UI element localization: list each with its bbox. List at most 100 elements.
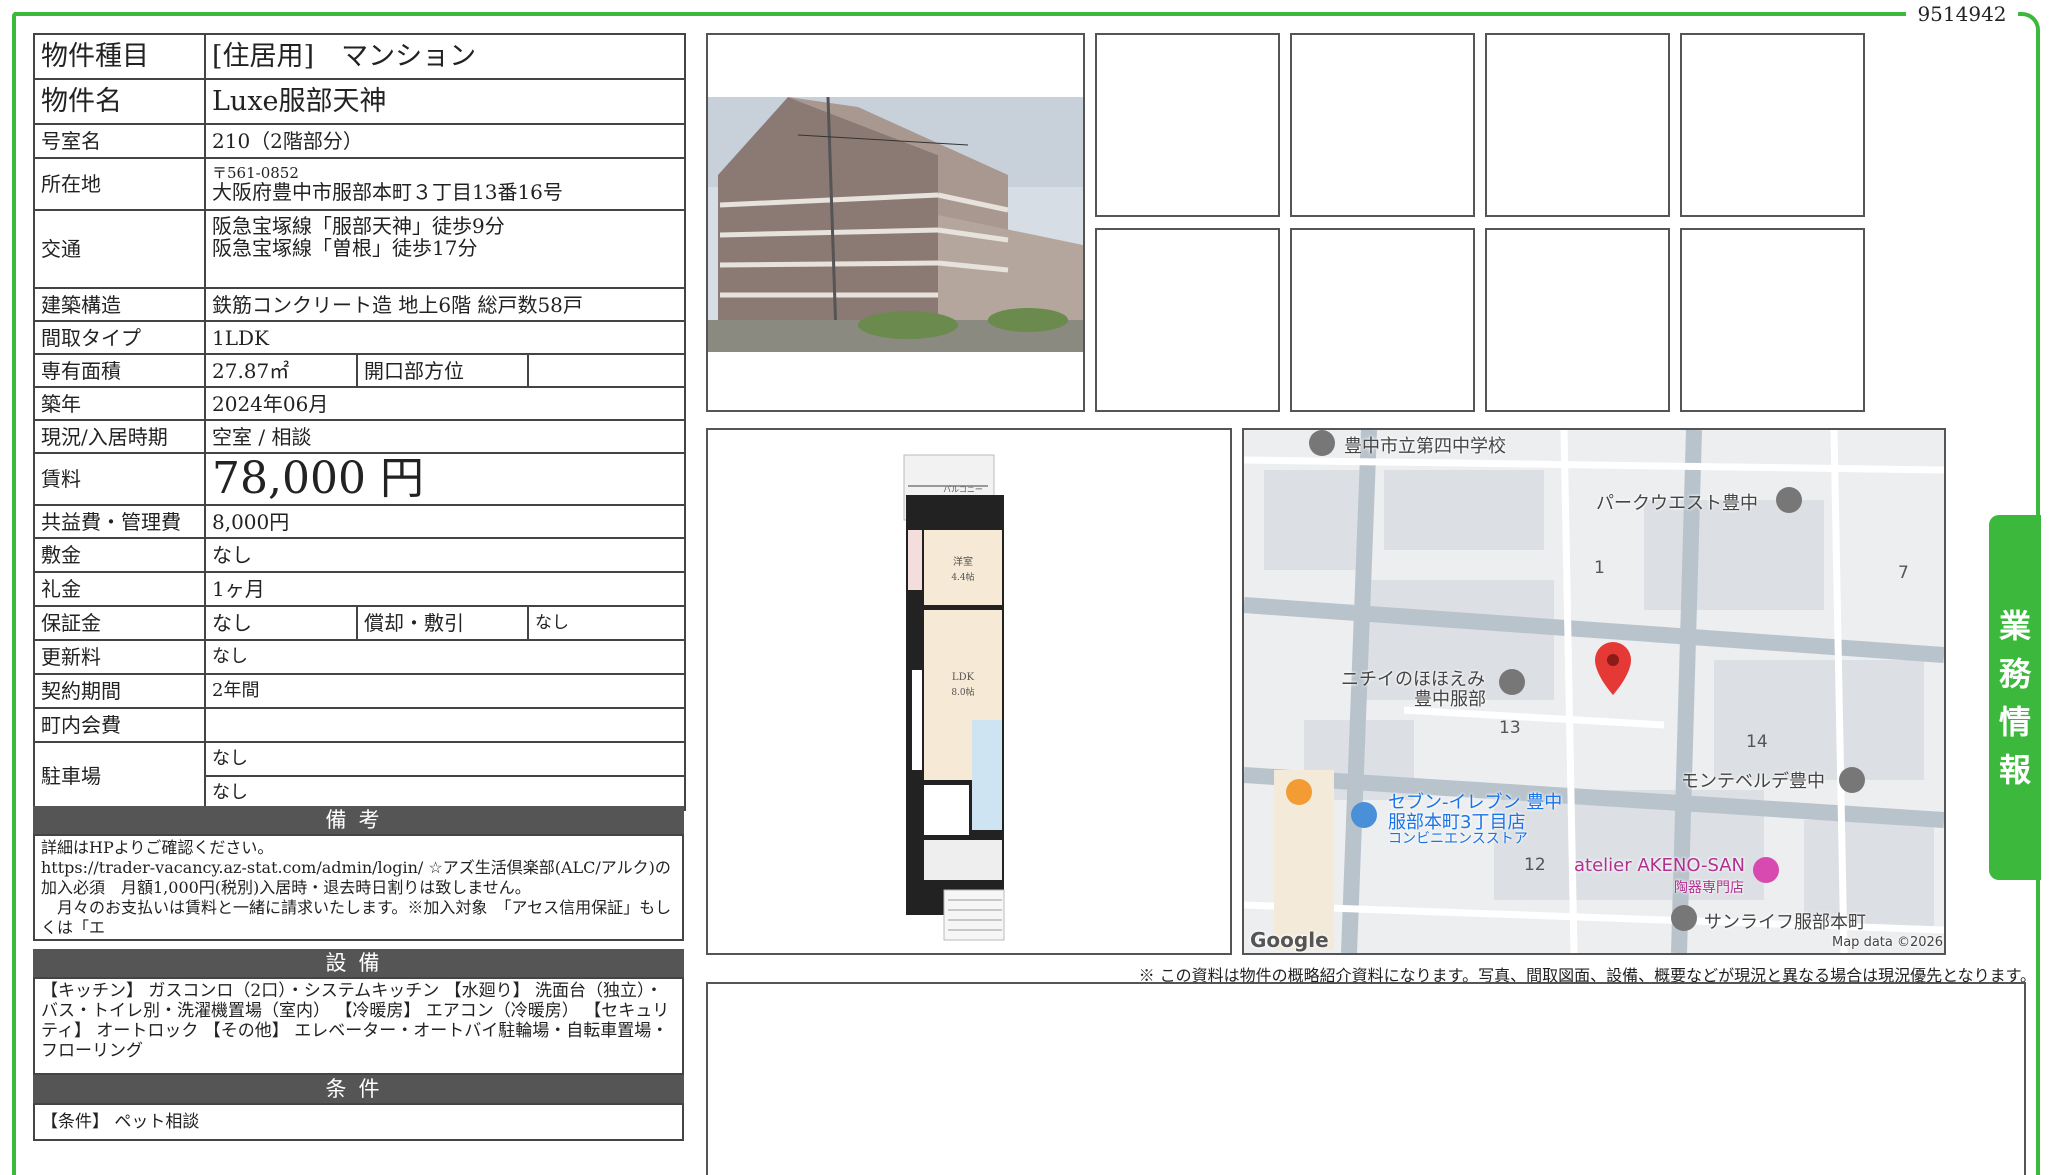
- main-photo-frame[interactable]: [706, 33, 1085, 412]
- ldk-size: 8.0帖: [951, 686, 974, 698]
- area-label: 専有面積: [33, 353, 206, 388]
- row-address: 所在地 〒561-0852 大阪府豊中市服部本町３丁目13番16号: [33, 157, 687, 211]
- row-status: 現況/入居時期 空室 / 相談: [33, 419, 687, 454]
- address-label: 所在地: [33, 157, 206, 211]
- address-cell: 〒561-0852 大阪府豊中市服部本町３丁目13番16号: [203, 157, 687, 211]
- photo-slot[interactable]: [1290, 228, 1475, 412]
- row-transit: 交通 阪急宝塚線「服部天神」徒歩9分 阪急宝塚線「曽根」徒歩17分: [33, 209, 687, 289]
- floorplan-frame[interactable]: バルコニー 洋室 4.4帖 LDK 8.0帖: [706, 428, 1232, 955]
- guarantee-value: なし: [204, 605, 358, 641]
- map-block-number: 1: [1594, 558, 1605, 578]
- property-id: 9514942: [1917, 2, 2007, 26]
- photo-slot[interactable]: [1290, 33, 1475, 217]
- row-contract: 契約期間 2年間: [33, 673, 687, 709]
- row-assoc: 町内会費: [33, 707, 687, 743]
- side-tab-char: 情: [1998, 702, 2031, 741]
- map-block-number: 13: [1499, 718, 1521, 738]
- row-fee: 共益費・管理費 8,000円: [33, 504, 687, 539]
- google-logo: Google: [1250, 928, 1329, 952]
- deposit-value: なし: [203, 537, 687, 573]
- map-label-akeno-sub: 陶器専門店: [1674, 880, 1744, 896]
- row-area: 専有面積 27.87㎡ 開口部方位: [33, 353, 687, 388]
- deposit-label: 敷金: [33, 537, 206, 573]
- remarks-text: 詳細はHPよりご確認ください。 https://trader-vacancy.a…: [33, 834, 684, 941]
- opening-value: [526, 353, 687, 388]
- photo-slot[interactable]: [1485, 33, 1670, 217]
- equipment-header: 設備: [33, 949, 684, 977]
- room-size: 4.4帖: [951, 571, 974, 583]
- transit-line-1: 阪急宝塚線「服部天神」徒歩9分: [212, 214, 505, 238]
- row-key-money: 礼金 1ヶ月: [33, 571, 687, 607]
- photo-slot[interactable]: [1680, 228, 1865, 412]
- built-label: 築年: [33, 386, 206, 421]
- side-tab-char: 報: [1998, 750, 2031, 789]
- floorplan-drawing: バルコニー 洋室 4.4帖 LDK 8.0帖: [903, 454, 1005, 941]
- type-label: 物件種目: [33, 33, 206, 80]
- photo-slot[interactable]: [1095, 228, 1280, 412]
- room-label: 洋室: [953, 555, 973, 568]
- map-frame[interactable]: 豊中市立第四中学校 パークウエスト豊中 ニチイのほほえみ 豊中服部 セブン-イレ…: [1242, 428, 1946, 955]
- transit-label: 交通: [33, 209, 206, 289]
- layout-label: 間取タイプ: [33, 320, 206, 355]
- property-info-table: 物件種目 [住居用] マンション 物件名 Luxe服部天神 号室名 210（2階…: [33, 33, 687, 811]
- renewal-label: 更新料: [33, 639, 206, 675]
- structure-value: 鉄筋コンクリート造 地上6階 総戸数58戸: [203, 287, 687, 322]
- row-guarantee: 保証金 なし 償却・敷引 なし: [33, 605, 687, 641]
- side-tab-char: 業: [1998, 606, 2031, 645]
- contract-label: 契約期間: [33, 673, 206, 709]
- row-rent: 賃料 78,000 円: [33, 452, 687, 506]
- name-value: Luxe服部天神: [203, 78, 687, 125]
- status-value: 空室 / 相談: [203, 419, 687, 454]
- fee-label: 共益費・管理費: [33, 504, 206, 539]
- map-block-number: 14: [1746, 732, 1768, 752]
- extra-info-box: [706, 982, 2026, 1175]
- guarantee-label: 保証金: [33, 605, 206, 641]
- row-layout: 間取タイプ 1LDK: [33, 320, 687, 355]
- side-tab-char: 務: [1998, 654, 2031, 693]
- equipment-text: 【キッチン】 ガスコンロ（2口）・システムキッチン 【水廻り】 洗面台（独立）・…: [33, 977, 684, 1075]
- conditions-text: 【条件】 ペット相談: [33, 1103, 684, 1141]
- map-label-school: 豊中市立第四中学校: [1344, 436, 1506, 457]
- map-label-nichii-2: 豊中服部: [1414, 689, 1486, 710]
- type-value: [住居用] マンション: [203, 33, 687, 80]
- postal-code: 〒561-0852: [212, 164, 299, 182]
- amort-label: 償却・敷引: [356, 605, 529, 641]
- ldk-label: LDK: [952, 672, 975, 683]
- address-value: 大阪府豊中市服部本町３丁目13番16号: [212, 180, 563, 204]
- row-renewal: 更新料 なし: [33, 639, 687, 675]
- amort-value: なし: [526, 605, 687, 641]
- key-money-label: 礼金: [33, 571, 206, 607]
- parking-label: 駐車場: [33, 741, 206, 811]
- row-structure: 建築構造 鉄筋コンクリート造 地上6階 総戸数58戸: [33, 287, 687, 322]
- business-info-tab[interactable]: 業 務 情 報: [1989, 515, 2041, 880]
- row-name: 物件名 Luxe服部天神: [33, 78, 687, 125]
- renewal-value: なし: [203, 639, 687, 675]
- parking-value-1: なし: [203, 741, 687, 777]
- area-value: 27.87㎡: [204, 353, 358, 388]
- row-built: 築年 2024年06月: [33, 386, 687, 421]
- map-block-number: 7: [1898, 563, 1909, 583]
- frame-left-border: [12, 12, 16, 1175]
- transit-cell: 阪急宝塚線「服部天神」徒歩9分 阪急宝塚線「曽根」徒歩17分: [203, 209, 687, 289]
- row-type: 物件種目 [住居用] マンション: [33, 33, 687, 80]
- map-block-number: 12: [1524, 855, 1546, 875]
- assoc-label: 町内会費: [33, 707, 206, 743]
- parking-value-2: なし: [203, 775, 687, 811]
- photo-slot[interactable]: [1680, 33, 1865, 217]
- transit-line-2: 阪急宝塚線「曽根」徒歩17分: [212, 236, 478, 260]
- structure-label: 建築構造: [33, 287, 206, 322]
- contract-value: 2年間: [203, 673, 687, 709]
- photo-slot[interactable]: [1485, 228, 1670, 412]
- map-label-seven-3: コンビニエンスストア: [1388, 831, 1528, 847]
- room-label: 号室名: [33, 123, 206, 159]
- opening-label: 開口部方位: [356, 353, 529, 388]
- fee-value: 8,000円: [203, 504, 687, 539]
- frame-top-border: [14, 12, 1906, 16]
- map-label-sunlife: サンライフ服部本町: [1704, 912, 1866, 933]
- rent-label: 賃料: [33, 452, 206, 506]
- remarks-header: 備考: [33, 806, 684, 834]
- balcony-label: バルコニー: [943, 485, 983, 494]
- building-photo: [708, 96, 1083, 352]
- status-label: 現況/入居時期: [33, 419, 206, 454]
- photo-slot[interactable]: [1095, 33, 1280, 217]
